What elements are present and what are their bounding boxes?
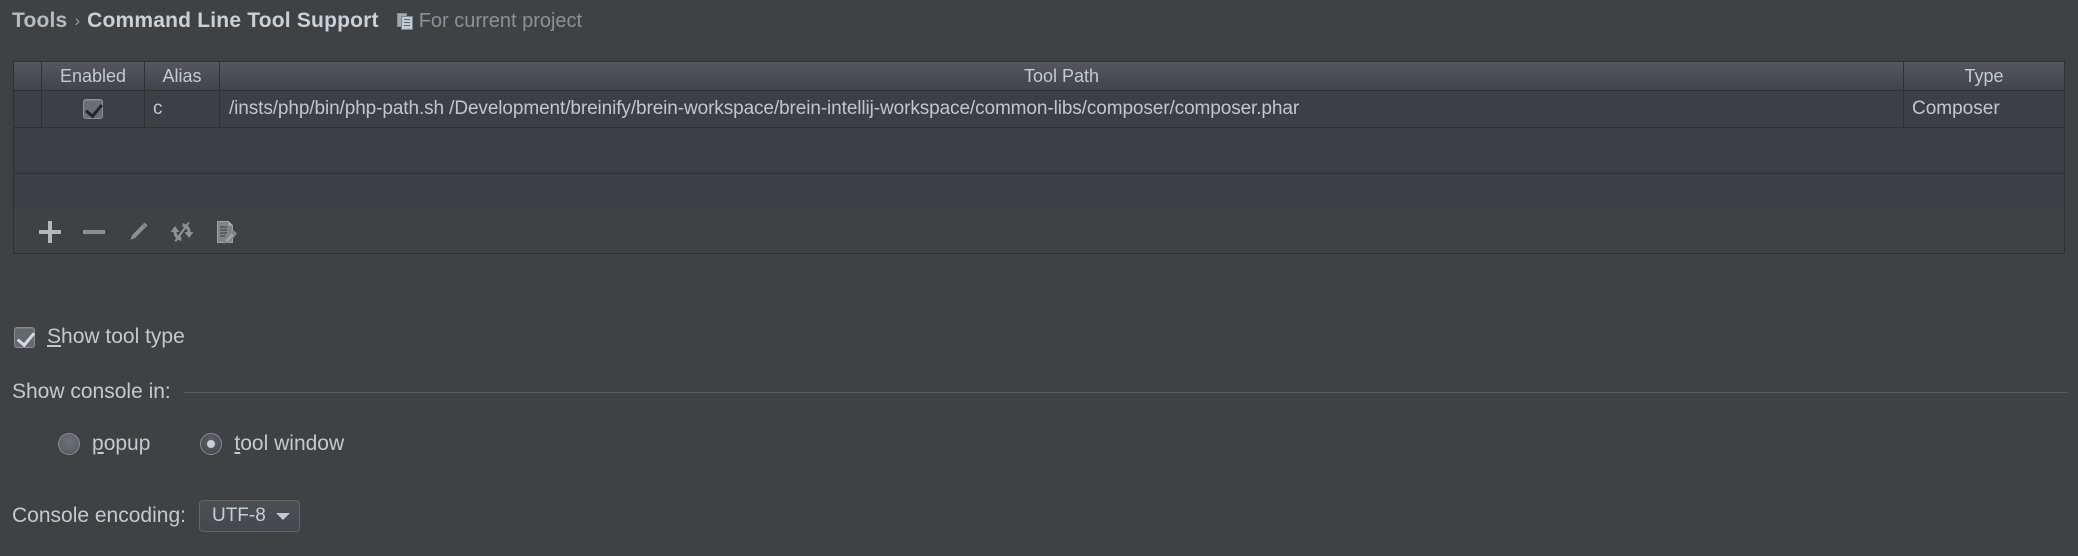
breadcrumb-separator: › — [74, 11, 81, 30]
table-row[interactable]: c /insts/php/bin/php-path.sh /Developmen… — [14, 91, 2064, 128]
page-title: Command Line Tool Support — [87, 9, 379, 32]
column-header-enabled[interactable]: Enabled — [42, 62, 145, 90]
chevron-down-icon — [275, 512, 290, 520]
popup-radio-button[interactable] — [58, 433, 80, 455]
copy-documents-icon — [396, 13, 413, 30]
row-marker-cell — [14, 91, 42, 127]
add-tool-button[interactable] — [28, 212, 72, 252]
plus-icon — [39, 220, 61, 243]
pencil-icon — [130, 221, 148, 240]
radio-option-popup[interactable]: popup — [58, 432, 150, 456]
tool-window-label: tool window — [234, 432, 344, 456]
show-tool-type-checkbox[interactable] — [14, 326, 35, 348]
enabled-checkbox[interactable] — [83, 99, 103, 119]
table-empty-area[interactable] — [14, 128, 2064, 174]
console-location-radio-group: popup tool window — [58, 432, 394, 456]
refresh-icon — [170, 221, 194, 242]
column-header-marker[interactable] — [14, 62, 42, 90]
show-tool-type-label: Show tool type — [47, 325, 185, 349]
breadcrumb-root[interactable]: Tools — [12, 9, 67, 33]
table-body: c /insts/php/bin/php-path.sh /Developmen… — [14, 91, 2064, 209]
tools-table[interactable]: Enabled Alias Tool Path Type c /insts/ph… — [13, 61, 2065, 211]
show-tool-type-option[interactable]: Show tool type — [14, 325, 185, 349]
refresh-tool-button[interactable] — [160, 212, 204, 252]
column-header-tool-path[interactable]: Tool Path — [220, 62, 1904, 90]
table-empty-area-2[interactable] — [14, 174, 2064, 209]
table-header-row: Enabled Alias Tool Path Type — [14, 62, 2064, 91]
table-toolbar — [13, 210, 2065, 254]
show-tool-type-label-rest: how tool type — [61, 325, 185, 348]
show-tool-type-mnemonic: S — [47, 325, 62, 348]
document-pencil-icon — [217, 220, 238, 244]
show-console-in-title: Show console in: — [12, 380, 171, 403]
remove-tool-button[interactable] — [72, 212, 116, 252]
console-encoding-row: Console encoding: UTF-8 — [12, 500, 300, 532]
console-encoding-value: UTF-8 — [211, 505, 266, 526]
console-encoding-label: Console encoding: — [12, 504, 186, 527]
minus-icon — [83, 221, 105, 243]
radio-option-tool-window[interactable]: tool window — [200, 432, 344, 456]
edit-tool-button[interactable] — [116, 212, 160, 252]
popup-label-rest: opup — [103, 432, 151, 455]
tool-window-radio-button[interactable] — [200, 433, 223, 455]
row-tool-path-cell[interactable]: /insts/php/bin/php-path.sh /Development/… — [220, 91, 1904, 127]
row-alias-cell[interactable]: c — [145, 91, 220, 127]
row-type-cell[interactable]: Composer — [1904, 91, 2064, 127]
column-header-type[interactable]: Type — [1904, 62, 2064, 90]
popup-label: popup — [92, 432, 150, 456]
tool-window-label-rest: ool window — [240, 432, 345, 455]
edit-document-button[interactable] — [204, 212, 248, 252]
project-scope-label: For current project — [418, 9, 583, 32]
column-header-alias[interactable]: Alias — [145, 62, 220, 90]
row-enabled-cell[interactable] — [42, 91, 145, 127]
section-divider — [183, 391, 2068, 393]
popup-mnemonic: p — [92, 432, 104, 455]
console-encoding-select[interactable]: UTF-8 — [198, 500, 300, 532]
breadcrumb: Tools › Command Line Tool Support For cu… — [12, 7, 582, 35]
show-console-in-section: Show console in: — [12, 380, 2068, 404]
